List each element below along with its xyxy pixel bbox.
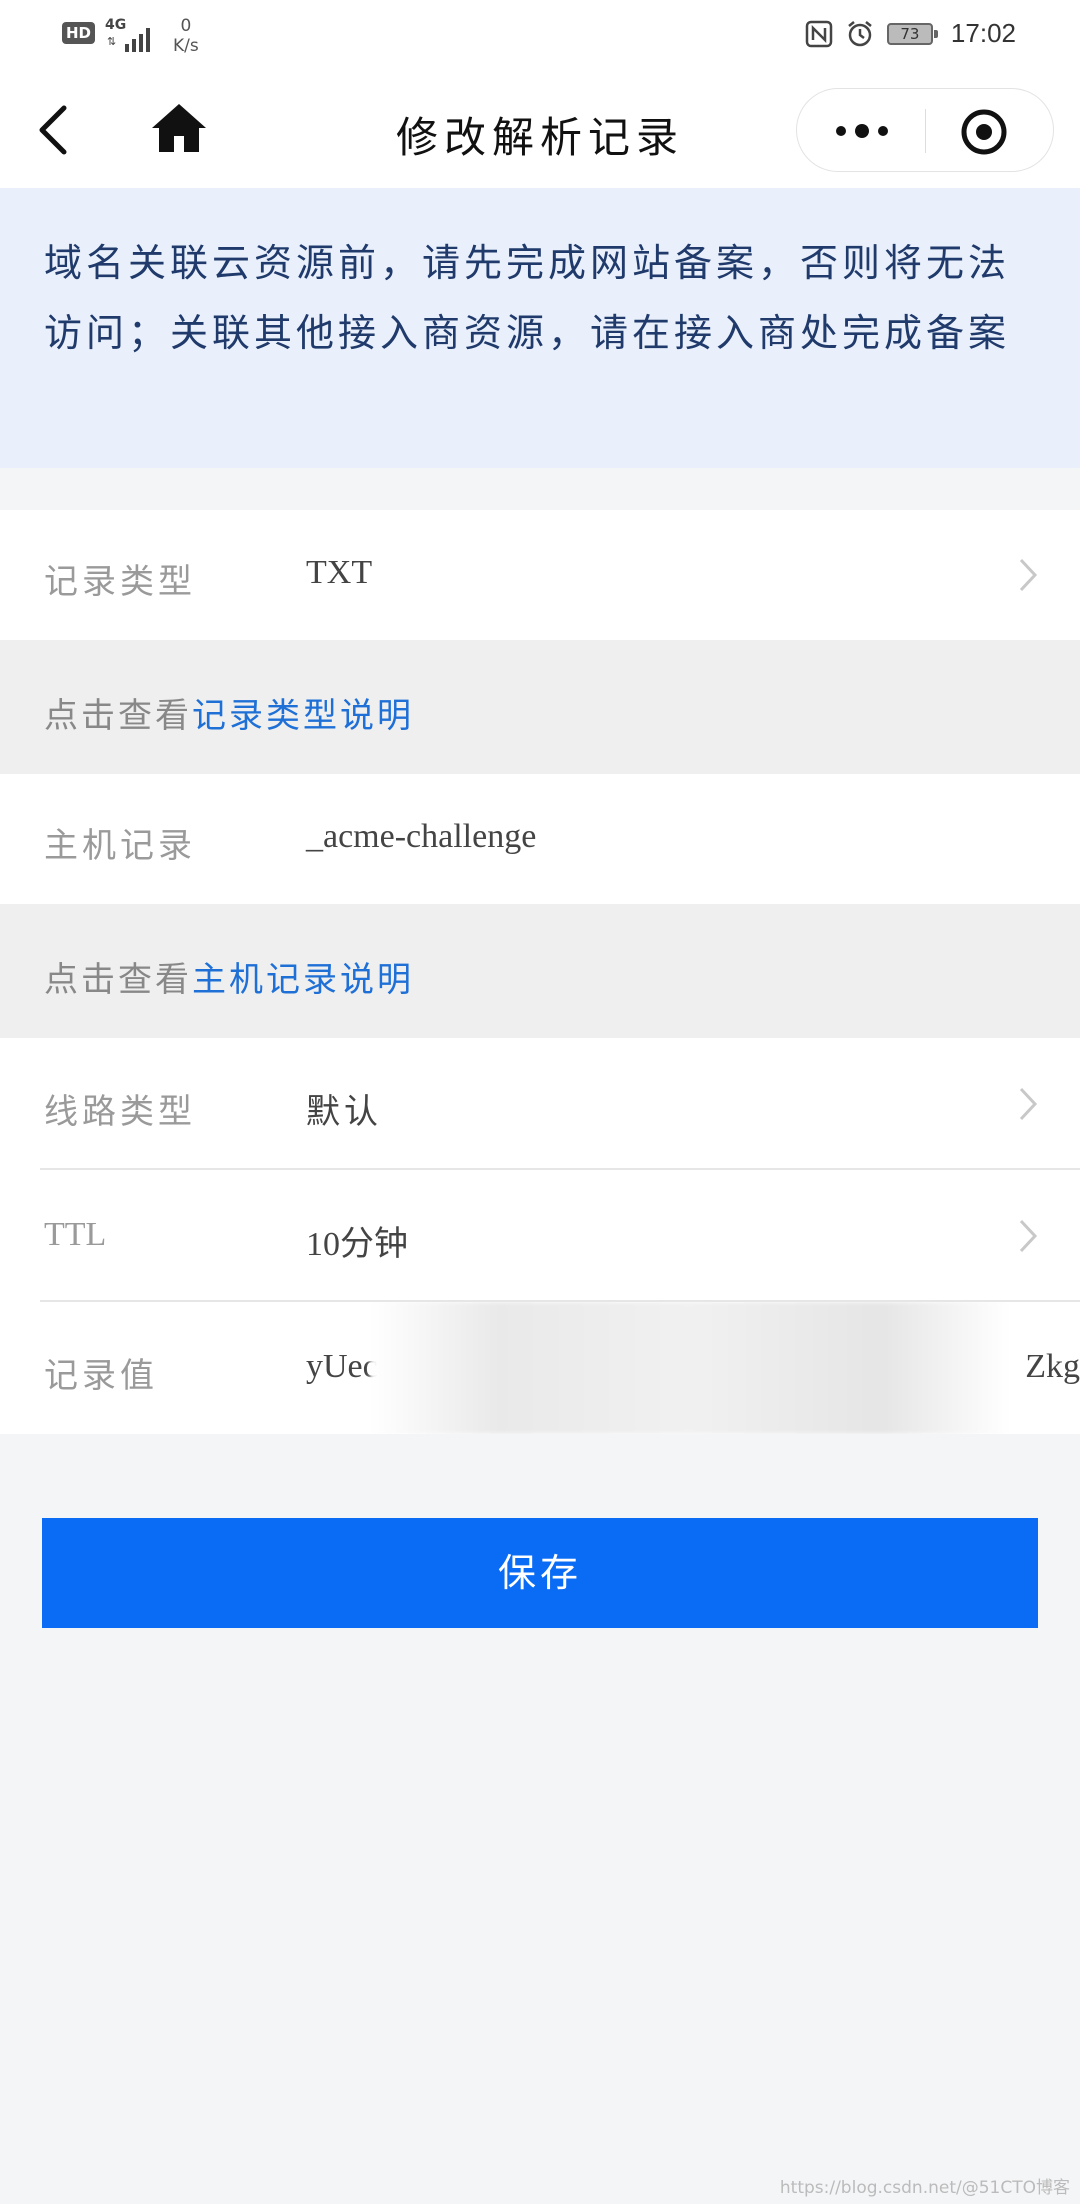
mini-program-capsule [796,88,1054,172]
host-record-hint: 点击查看主机记录说明 [0,904,1080,1038]
line-type-label: 线路类型 [44,1092,196,1132]
network-type: 4G [105,17,127,33]
host-record-label: 主机记录 [44,826,196,866]
host-record-input[interactable]: _acme-challenge [306,818,536,856]
chevron-right-icon [1019,558,1038,592]
hd-badge: HD [62,22,96,44]
clock: 17:02 [950,18,1016,48]
host-record-hint-text: 点击查看主机记录说明 [44,952,414,1001]
record-type-value: TXT [306,554,373,591]
signal-icon: 4G ⇅ [105,18,155,52]
ttl-value: 10分钟 [306,1226,408,1263]
alarm-icon [848,20,872,46]
line-type-value: 默认 [306,1092,382,1132]
watermark: https://blog.csdn.net/@51CTO博客 [779,2178,1070,2198]
host-record-row[interactable]: 主机记录 _acme-challenge [0,774,1080,904]
record-type-row[interactable]: 记录类型 TXT [0,510,1080,640]
redacted-mask [370,1302,1010,1434]
chevron-right-icon [1019,1219,1038,1253]
net-speed: 0 K/s [173,16,199,56]
record-type-label: 记录类型 [44,562,196,602]
hint-prefix: 点击查看 [44,960,192,1000]
signal-bars-icon [125,28,151,52]
ttl-label: TTL [44,1216,107,1253]
status-left: HD 4G ⇅ 0 K/s [62,16,199,56]
record-value-label: 记录值 [44,1356,158,1396]
record-type-hint-text: 点击查看记录类型说明 [44,688,414,737]
capsule-divider [925,109,926,153]
more-icon[interactable] [827,111,897,151]
net-speed-unit: K/s [173,36,199,56]
record-type-hint: 点击查看记录类型说明 [0,640,1080,774]
ttl-row[interactable]: TTL 10分钟 [0,1170,1080,1302]
record-value-end: Zkg [1025,1348,1080,1385]
record-value-row[interactable]: 记录值 yUec Zkg [0,1302,1080,1434]
chevron-right-icon [1019,1087,1038,1121]
nav-bar: 修改解析记录 [0,70,1080,188]
record-value-start[interactable]: yUec [306,1348,378,1386]
nfc-icon [805,20,833,47]
notice-text: 域名关联云资源前，请先完成网站备案，否则将无法访问；关联其他接入商资源，请在接入… [44,241,1011,355]
line-type-row[interactable]: 线路类型 默认 [0,1038,1080,1170]
status-right: 73 17:02 [805,18,1016,49]
record-type-help-link[interactable]: 记录类型说明 [192,696,414,736]
net-speed-value: 0 [180,16,192,36]
status-bar: HD 4G ⇅ 0 K/s 73 17:02 [0,0,1080,70]
save-button[interactable]: 保存 [42,1518,1038,1628]
data-arrows-icon: ⇅ [107,35,117,48]
close-target-icon[interactable] [959,107,1009,157]
battery-icon: 73 [886,22,938,45]
filing-notice: 域名关联云资源前，请先完成网站备案，否则将无法访问；关联其他接入商资源，请在接入… [0,188,1080,468]
hint-prefix: 点击查看 [44,696,192,736]
host-record-help-link[interactable]: 主机记录说明 [192,960,414,1000]
